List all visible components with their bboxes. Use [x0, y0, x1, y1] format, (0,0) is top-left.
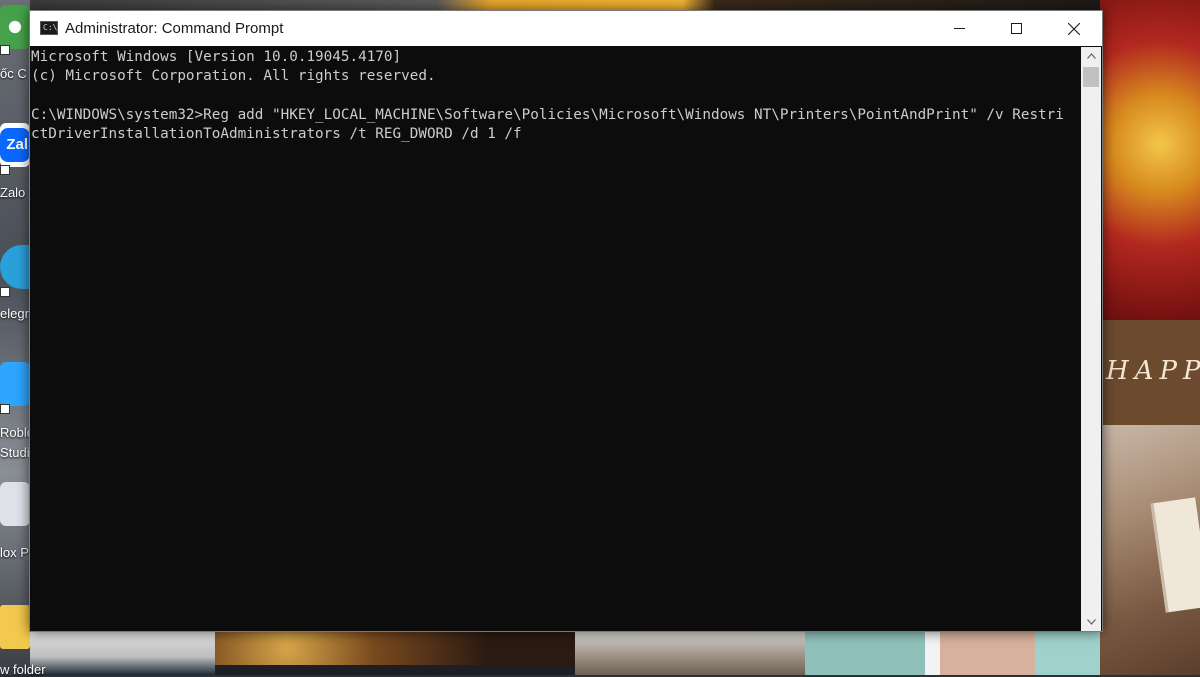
- desktop-icon-label: lox P: [0, 545, 29, 560]
- desktop-icon-label: Zalo: [0, 185, 26, 200]
- shortcut-arrow-icon: [0, 287, 10, 297]
- desktop-icon-label: ốc C: [0, 66, 27, 81]
- wallpaper-tile-7: [1035, 630, 1100, 675]
- console-line: C:\WINDOWS\system32>Reg add "HKEY_LOCAL_…: [31, 107, 1064, 123]
- window-title: Administrator: Command Prompt: [65, 20, 284, 37]
- folder-icon[interactable]: [0, 605, 30, 649]
- wallpaper-text: HAPP: [1106, 356, 1200, 386]
- chevron-down-icon: [1086, 619, 1096, 625]
- shortcut-arrow-icon: [0, 404, 10, 414]
- chevron-up-icon: [1086, 53, 1096, 59]
- minimize-button[interactable]: [931, 11, 988, 46]
- desktop-icon-label: elegr: [0, 306, 29, 321]
- console-line: Microsoft Windows [Version 10.0.19045.41…: [31, 49, 402, 65]
- wallpaper-left: [0, 0, 30, 675]
- console-icon[interactable]: C:\: [40, 21, 58, 35]
- title-bar[interactable]: C:\ Administrator: Command Prompt: [30, 11, 1102, 46]
- maximize-icon: [1011, 23, 1022, 34]
- vertical-scrollbar[interactable]: [1081, 47, 1101, 631]
- wallpaper-tile-4: [805, 630, 925, 675]
- close-icon: [1067, 22, 1080, 35]
- console-output[interactable]: Microsoft Windows [Version 10.0.19045.41…: [30, 47, 1081, 631]
- maximize-button[interactable]: [988, 11, 1045, 46]
- command-prompt-window[interactable]: C:\ Administrator: Command Prompt Micros…: [29, 10, 1103, 632]
- wallpaper-tile-1: [30, 630, 215, 675]
- console-line: (c) Microsoft Corporation. All rights re…: [31, 68, 436, 84]
- shortcut-arrow-icon: [0, 165, 10, 175]
- wallpaper-right-ornament: [1100, 0, 1200, 320]
- scroll-up-button[interactable]: [1081, 47, 1101, 65]
- roblox-studio-icon[interactable]: [0, 362, 30, 406]
- roblox-player-icon[interactable]: [0, 482, 30, 526]
- wallpaper-tile-2: [215, 630, 575, 665]
- wallpaper-tile-3: [575, 630, 805, 675]
- scroll-down-button[interactable]: [1081, 613, 1101, 631]
- scrollbar-thumb[interactable]: [1083, 67, 1099, 87]
- minimize-icon: [954, 28, 965, 29]
- close-button[interactable]: [1045, 11, 1102, 46]
- console-line: ctDriverInstallationToAdministrators /t …: [31, 126, 522, 142]
- shortcut-arrow-icon: [0, 45, 10, 55]
- coccoc-browser-icon[interactable]: [0, 5, 30, 49]
- desktop-icon-label: Studi: [0, 445, 30, 460]
- zalo-icon[interactable]: Zal: [0, 128, 30, 162]
- wallpaper-top: [30, 0, 1100, 10]
- wallpaper-tile-5: [925, 630, 940, 675]
- wallpaper-tile-6: [940, 630, 1035, 675]
